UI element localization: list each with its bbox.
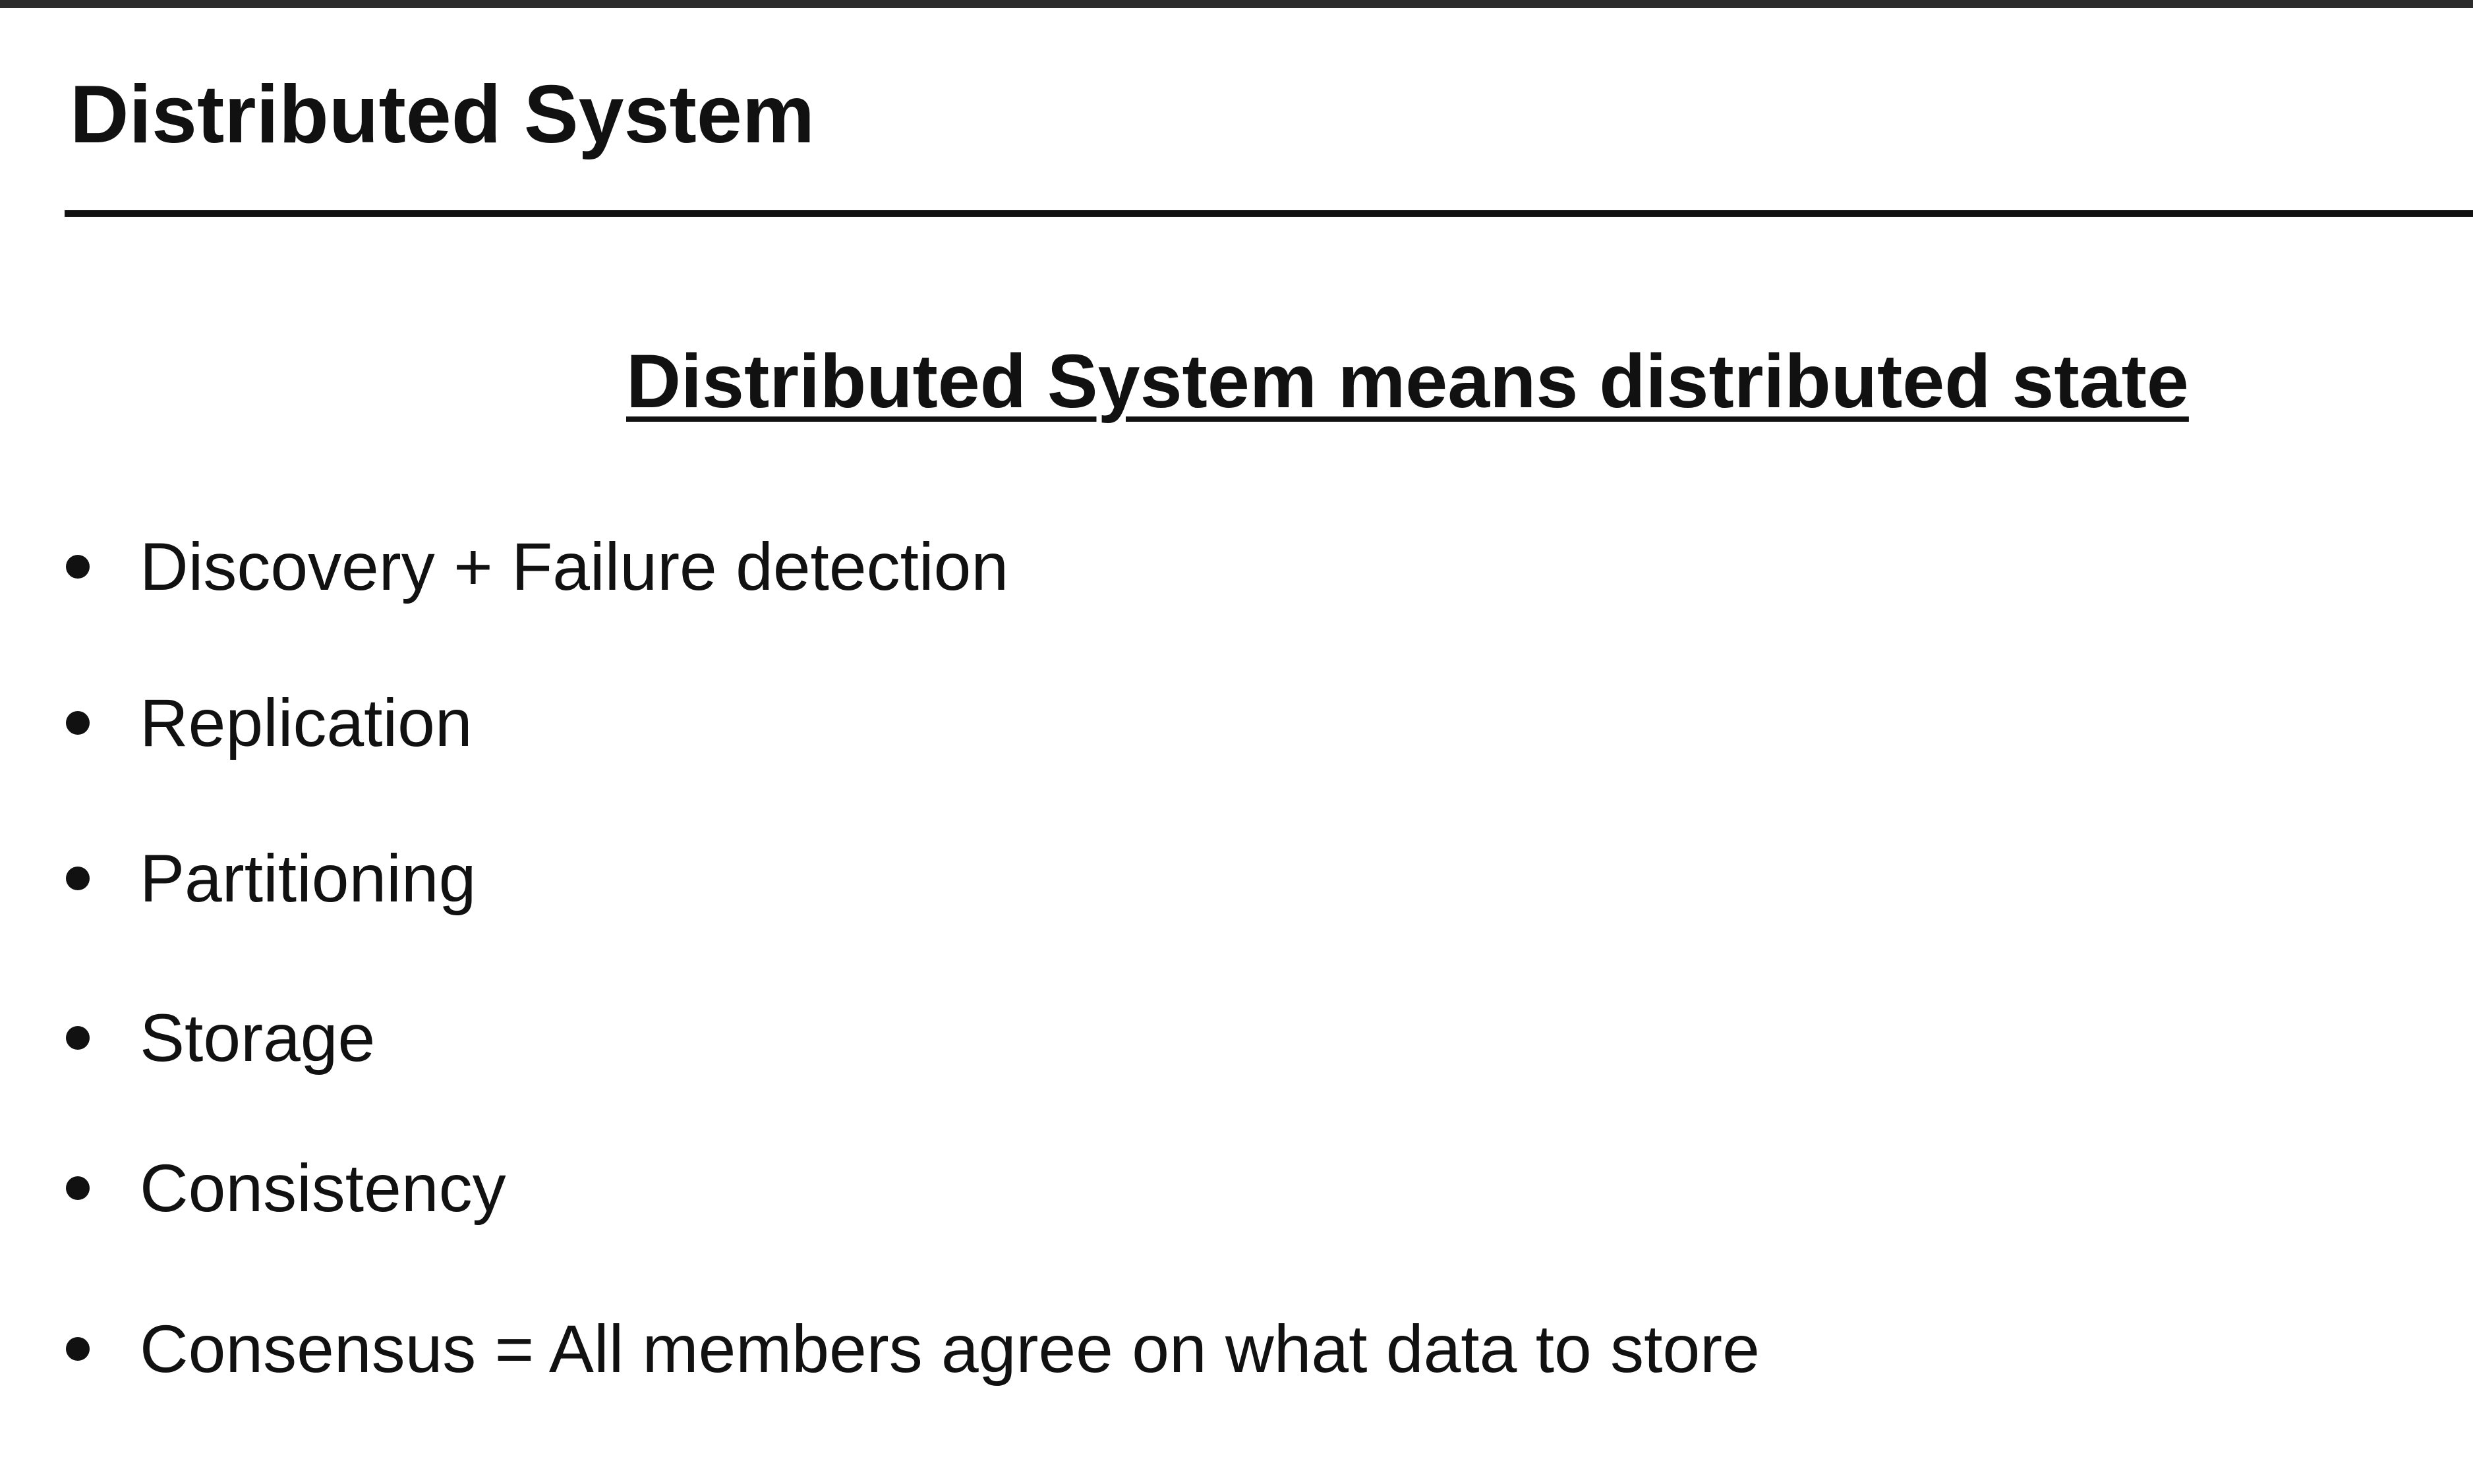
bullet-text: Partitioning xyxy=(140,841,477,916)
bullet-dot-icon xyxy=(66,1176,90,1200)
bullet-dot-icon xyxy=(66,1337,90,1361)
title-divider xyxy=(65,210,2473,217)
bullet-text: Consistency xyxy=(140,1151,506,1226)
bullet-text: Replication xyxy=(140,685,473,760)
bullet-item: Discovery + Failure detection xyxy=(66,524,1008,610)
bullet-dot-icon xyxy=(66,867,90,890)
bullet-text: Consensus = All members agree on what da… xyxy=(140,1311,1760,1386)
bullet-dot-icon xyxy=(66,1026,90,1050)
bullet-dot-icon xyxy=(66,555,90,579)
bullet-item: Storage xyxy=(66,995,375,1081)
bullet-item: Consistency xyxy=(66,1145,506,1231)
slide-title: Distributed System xyxy=(70,69,815,160)
bullet-item: Partitioning xyxy=(66,836,476,921)
bullet-dot-icon xyxy=(66,711,90,735)
top-border-bar xyxy=(0,0,2473,8)
slide-subtitle: Distributed System means distributed sta… xyxy=(626,339,2189,424)
bullet-item: Replication xyxy=(66,680,473,766)
bullet-item: Consensus = All members agree on what da… xyxy=(66,1306,1760,1392)
bullet-text: Discovery + Failure detection xyxy=(140,529,1009,604)
bullet-text: Storage xyxy=(140,1000,376,1075)
